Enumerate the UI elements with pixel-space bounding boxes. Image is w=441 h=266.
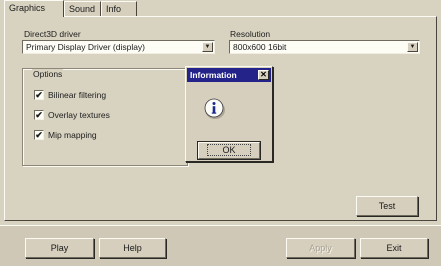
tab-graphics[interactable]: Graphics — [4, 0, 64, 17]
chevron-down-icon: ▼ — [204, 44, 211, 50]
checkmark-icon: ✔ — [34, 130, 44, 140]
apply-button[interactable]: Apply — [286, 238, 355, 258]
close-icon[interactable]: ✕ — [258, 70, 269, 80]
help-button[interactable]: Help — [99, 238, 166, 258]
driver-label: Direct3D driver — [24, 29, 81, 39]
test-button[interactable]: Test — [356, 196, 418, 216]
bilinear-filtering-label: Bilinear filtering — [48, 90, 107, 100]
play-button-label: Play — [50, 243, 69, 253]
test-button-label: Test — [378, 201, 396, 211]
checkmark-icon: ✔ — [34, 90, 44, 100]
ok-button-label: OK — [207, 144, 251, 156]
mip-mapping-label: Mip mapping — [48, 130, 97, 140]
resolution-dropdown-button[interactable]: ▼ — [407, 42, 418, 52]
resolution-label: Resolution — [230, 29, 271, 39]
help-button-label: Help — [123, 243, 142, 253]
options-group-title: Options — [32, 69, 64, 79]
driver-select-value: Primary Display Driver (display) — [26, 42, 146, 52]
exit-button[interactable]: Exit — [360, 238, 428, 258]
driver-select[interactable]: Primary Display Driver (display) ▼ — [22, 40, 215, 54]
chevron-down-icon: ▼ — [409, 44, 416, 50]
tab-sound[interactable]: Sound — [64, 1, 101, 16]
play-button[interactable]: Play — [25, 238, 94, 258]
apply-button-label: Apply — [309, 243, 332, 253]
tab-info[interactable]: Info — [101, 1, 137, 16]
overlay-textures-label: Overlay textures — [48, 110, 110, 120]
tab-graphics-label: Graphics — [9, 3, 46, 13]
driver-dropdown-button[interactable]: ▼ — [202, 42, 213, 52]
information-icon — [204, 98, 226, 120]
ok-button[interactable]: OK — [197, 141, 261, 160]
tab-sound-label: Sound — [69, 4, 96, 14]
tab-info-label: Info — [106, 4, 122, 14]
resolution-select[interactable]: 800x600 16bit ▼ — [229, 40, 420, 54]
resolution-select-value: 800x600 16bit — [233, 42, 287, 52]
checkmark-icon: ✔ — [34, 110, 44, 120]
exit-button-label: Exit — [386, 243, 402, 253]
